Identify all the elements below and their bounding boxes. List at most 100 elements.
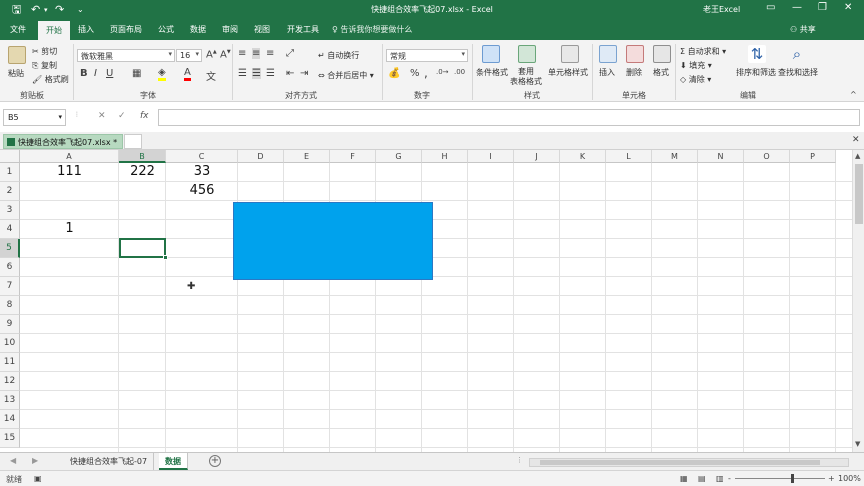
row-header-14[interactable]: 14	[0, 410, 20, 429]
new-workbook-tab[interactable]	[124, 134, 142, 149]
align-top-icon[interactable]: ≡	[238, 48, 246, 59]
format-as-table-icon[interactable]	[518, 45, 536, 63]
row-header-15[interactable]: 15	[0, 429, 20, 448]
collapse-ribbon-icon[interactable]: ^	[850, 90, 857, 99]
align-bottom-icon[interactable]: ≡	[266, 48, 274, 59]
column-header-M[interactable]: M	[652, 150, 698, 163]
column-header-C[interactable]: C	[166, 150, 238, 163]
column-header-D[interactable]: D	[238, 150, 284, 163]
decrease-indent-icon[interactable]: ⇤	[286, 68, 294, 79]
cell-styles-icon[interactable]	[561, 45, 579, 63]
sort-filter-button[interactable]: 排序和筛选	[736, 67, 776, 78]
insert-cells-icon[interactable]	[599, 45, 617, 63]
align-center-icon[interactable]: ☰	[252, 68, 261, 79]
conditional-format-icon[interactable]	[482, 45, 500, 63]
close-button[interactable]: ✕	[844, 2, 852, 13]
delete-cells-icon[interactable]	[626, 45, 644, 63]
font-color-button[interactable]: A	[184, 68, 191, 81]
close-workbook-icon[interactable]: ✕	[852, 135, 860, 145]
currency-icon[interactable]: 💰	[388, 68, 400, 79]
font-size-select[interactable]: 16 ▾	[176, 49, 202, 62]
shrink-font-icon[interactable]: A▼	[220, 49, 231, 60]
row-header-7[interactable]: 7	[0, 277, 20, 296]
scroll-down-icon[interactable]: ▼	[855, 440, 860, 448]
name-box[interactable]: B5 ▾	[3, 109, 66, 126]
grow-font-icon[interactable]: A▲	[206, 49, 217, 60]
row-header-9[interactable]: 9	[0, 315, 20, 334]
column-header-E[interactable]: E	[284, 150, 330, 163]
column-header-K[interactable]: K	[560, 150, 606, 163]
sheet-tab-1[interactable]: 快捷组合效率飞起-07	[64, 453, 155, 470]
select-all-corner[interactable]	[0, 150, 20, 163]
user-name[interactable]: 老王Excel	[703, 4, 740, 15]
column-header-B[interactable]: B	[119, 150, 166, 163]
paste-icon[interactable]	[8, 46, 26, 64]
phonetic-icon[interactable]: 文	[206, 68, 216, 83]
column-header-O[interactable]: O	[744, 150, 790, 163]
workbook-tab[interactable]: 快捷组合效率飞起07.xlsx *	[3, 134, 123, 149]
insert-button[interactable]: 插入	[599, 67, 615, 78]
italic-button[interactable]: I	[94, 68, 97, 79]
column-header-P[interactable]: P	[790, 150, 836, 163]
zoom-level[interactable]: 100%	[838, 474, 861, 483]
align-middle-icon[interactable]: ≡	[252, 48, 261, 59]
increase-indent-icon[interactable]: ⇥	[300, 68, 308, 79]
row-header-12[interactable]: 12	[0, 372, 20, 391]
increase-decimal-icon[interactable]: .0→	[436, 68, 449, 76]
tab-insert[interactable]: 插入	[78, 24, 94, 35]
clear-button[interactable]: ◇ 清除 ▾	[680, 74, 711, 85]
align-right-icon[interactable]: ☰	[266, 68, 275, 79]
tab-developer[interactable]: 开发工具	[287, 24, 319, 35]
scroll-up-icon[interactable]: ▲	[855, 152, 860, 160]
orientation-icon[interactable]: ⤢	[286, 48, 294, 59]
format-cells-icon[interactable]	[653, 45, 671, 63]
column-header-H[interactable]: H	[422, 150, 468, 163]
borders-icon[interactable]: ▦	[132, 68, 141, 79]
row-header-2[interactable]: 2	[0, 182, 20, 201]
column-header-N[interactable]: N	[698, 150, 744, 163]
column-header-I[interactable]: I	[468, 150, 514, 163]
cell-A4[interactable]: 1	[20, 220, 119, 238]
page-layout-view-icon[interactable]: ▤	[698, 474, 706, 483]
share-button[interactable]: ⚇ 共享	[790, 24, 816, 35]
tell-me-search[interactable]: ♀ 告诉我你想要做什么	[332, 24, 412, 35]
format-as-table-button[interactable]: 套用 表格格式	[510, 67, 542, 87]
cell-B1[interactable]: 222	[119, 163, 166, 181]
underline-button[interactable]: U	[106, 68, 113, 79]
vertical-scrollbar[interactable]: ▲ ▼	[852, 150, 864, 454]
find-select-button[interactable]: 查找和选择	[778, 67, 818, 78]
add-sheet-button[interactable]: +	[209, 455, 221, 467]
formula-input[interactable]	[158, 109, 860, 126]
prev-sheet-icon[interactable]: ◀	[10, 456, 16, 465]
row-header-3[interactable]: 3	[0, 201, 20, 220]
tab-home[interactable]: 开始	[38, 21, 70, 40]
format-painter-button[interactable]: 🖌 格式刷	[32, 74, 69, 85]
copy-button[interactable]: ⎘ 复制	[32, 60, 57, 71]
minimize-button[interactable]: —	[792, 2, 802, 13]
column-header-J[interactable]: J	[514, 150, 560, 163]
insert-function-button[interactable]: fx	[140, 111, 149, 121]
row-header-11[interactable]: 11	[0, 353, 20, 372]
autosum-button[interactable]: Σ 自动求和 ▾	[680, 46, 726, 57]
column-header-A[interactable]: A	[20, 150, 119, 163]
tab-file[interactable]: 文件	[10, 24, 26, 35]
column-header-L[interactable]: L	[606, 150, 652, 163]
next-sheet-icon[interactable]: ▶	[32, 456, 38, 465]
font-name-select[interactable]: 微软雅黑 ▾	[77, 49, 175, 62]
active-cell-selection[interactable]	[119, 238, 168, 260]
tab-split-handle-icon[interactable]: ⋮	[516, 456, 523, 464]
page-break-view-icon[interactable]: ▥	[716, 474, 724, 483]
paste-button[interactable]: 粘贴	[8, 68, 24, 79]
fill-button[interactable]: ⬇ 填充 ▾	[680, 60, 712, 71]
vertical-scroll-thumb[interactable]	[855, 164, 863, 224]
bold-button[interactable]: B	[80, 68, 88, 79]
tab-view[interactable]: 视图	[254, 24, 270, 35]
rectangle-shape[interactable]	[233, 202, 433, 280]
cell-A1[interactable]: 111	[20, 163, 119, 181]
row-header-5[interactable]: 5	[0, 239, 20, 258]
decrease-decimal-icon[interactable]: .00	[454, 68, 465, 76]
row-header-1[interactable]: 1	[0, 163, 20, 182]
restore-button[interactable]: ❐	[818, 2, 827, 13]
cell-styles-button[interactable]: 单元格样式	[548, 67, 588, 78]
fill-color-button[interactable]: ◈	[158, 68, 166, 81]
